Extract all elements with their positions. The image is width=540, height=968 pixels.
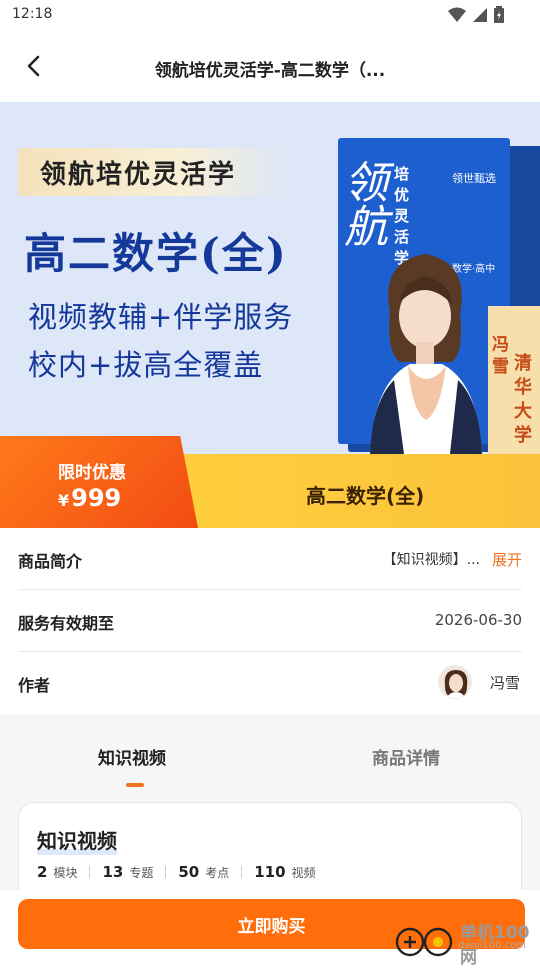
back-icon[interactable] (20, 52, 48, 80)
watermark-url: danji100.com (458, 940, 526, 951)
avatar[interactable] (438, 665, 472, 699)
author-row[interactable]: 作者 冯雪 (18, 652, 522, 714)
teacher-photo (370, 254, 482, 454)
signal-icon (473, 7, 487, 22)
wifi-icon (448, 7, 466, 22)
teacher-school: 清华大学 (514, 353, 532, 446)
stat-divider (241, 866, 243, 878)
validity-date: 2026-06-30 (434, 611, 522, 629)
author-name: 冯雪 (489, 674, 520, 692)
price-bar: 限时优惠 ¥999 (0, 436, 540, 528)
intro-label: 商品简介 (18, 552, 83, 571)
card-stats: 2 模块 13 专题 50 考点 110 视频 (37, 863, 316, 881)
banner-brand: 领航培优灵活学 (40, 160, 237, 190)
stat-modules-unit: 模块 (53, 865, 78, 880)
intro-row[interactable]: 商品简介 【知识视频】... 展开 (18, 528, 522, 590)
banner-slogan-2: 校内+拔高全覆盖 (28, 348, 264, 382)
intro-text: 【知识视频】... (382, 552, 480, 568)
stat-points-unit: 考点 (205, 865, 230, 880)
stat-divider (89, 866, 91, 878)
stat-topics-value: 13 (102, 863, 124, 881)
stat-videos-value: 110 (254, 863, 286, 881)
nav-bar: 领航培优灵活学-高二数学（... (0, 32, 540, 102)
stat-topics-unit: 专题 (129, 865, 154, 880)
stat-modules-value: 2 (37, 863, 48, 881)
price-label: 限时优惠 (58, 463, 126, 483)
price-value: ¥999 (58, 484, 121, 512)
battery-icon (494, 6, 504, 23)
status-time: 12:18 (12, 6, 53, 22)
price-amount: 999 (71, 484, 122, 512)
tab-product-detail[interactable]: 商品详情 (372, 744, 440, 769)
author-label: 作者 (18, 676, 51, 695)
book-script-title: 领航 (344, 158, 388, 253)
stat-divider (165, 866, 167, 878)
banner-subject: 高二数学(全) (24, 229, 288, 278)
product-info: 商品简介 【知识视频】... 展开 服务有效期至 2026-06-30 作者 冯… (0, 528, 540, 714)
validity-row: 服务有效期至 2026-06-30 (18, 590, 522, 652)
status-bar: 12:18 (0, 0, 540, 30)
card-title: 知识视频 (37, 829, 117, 853)
author-avatar-image (444, 670, 468, 698)
product-banner: 领航培优灵活学 高二数学(全) 视频教辅+伴学服务 校内+拔高全覆盖 领航 培优… (0, 102, 540, 454)
price-tag: 限时优惠 ¥999 (0, 436, 198, 528)
stat-videos-unit: 视频 (291, 865, 316, 880)
book-brand: 领世甄选 (452, 172, 496, 185)
price-currency: ¥ (58, 491, 70, 510)
validity-label: 服务有效期至 (18, 614, 115, 633)
tab-knowledge-video[interactable]: 知识视频 (98, 744, 166, 769)
tab-indicator (126, 783, 144, 787)
price-product-name: 高二数学(全) (306, 484, 425, 508)
stat-points-value: 50 (178, 863, 200, 881)
expand-link[interactable]: 展开 (492, 549, 522, 570)
page-title: 领航培优灵活学-高二数学（... (154, 61, 386, 81)
teacher-name: 冯雪 (492, 335, 509, 377)
banner-slogan-1: 视频教辅+伴学服务 (28, 300, 294, 334)
